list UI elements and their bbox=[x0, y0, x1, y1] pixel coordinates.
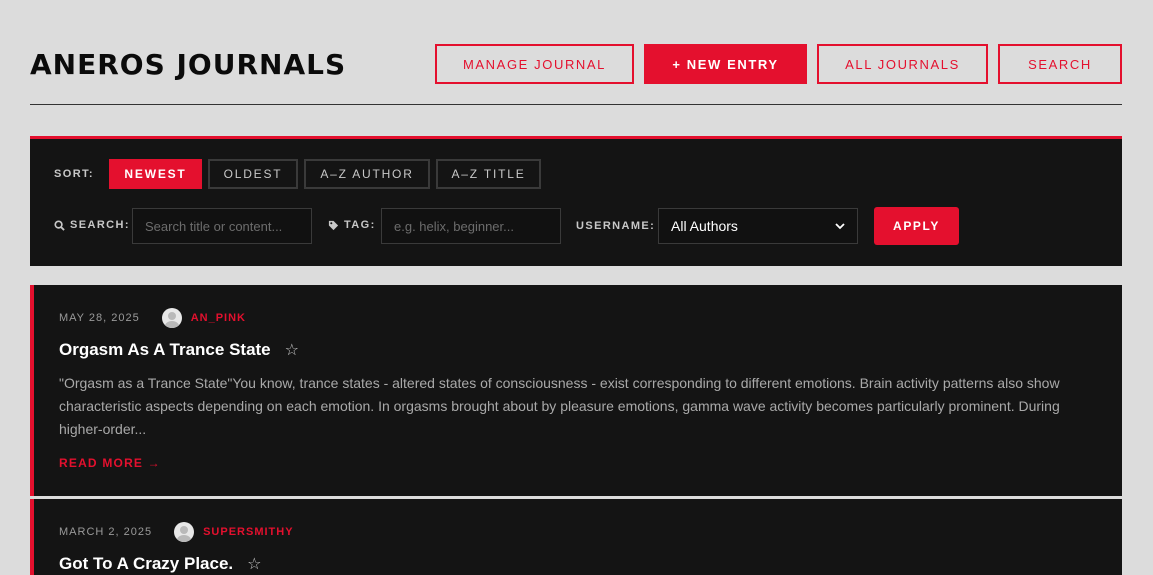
search-label-text: SEARCH: bbox=[70, 219, 130, 231]
username-select[interactable]: All Authors bbox=[658, 208, 858, 244]
avatar[interactable] bbox=[174, 522, 195, 542]
header-divider bbox=[30, 104, 1122, 105]
entry-title: Orgasm As A Trance State ☆ bbox=[59, 340, 299, 360]
entry-title-link[interactable]: Orgasm As A Trance State bbox=[59, 340, 271, 360]
entry-meta: MAY 28, 2025 AN_PINK bbox=[59, 308, 246, 328]
apply-button[interactable]: APPLY bbox=[874, 207, 959, 245]
site-title: ANEROS JOURNALS bbox=[30, 48, 347, 81]
star-icon[interactable]: ☆ bbox=[285, 340, 299, 360]
chevron-down-icon bbox=[835, 222, 845, 229]
tag-icon bbox=[328, 220, 339, 230]
username-selected-value: All Authors bbox=[671, 218, 738, 234]
page-header: ANEROS JOURNALS MANAGE JOURNAL + NEW ENT… bbox=[30, 44, 1122, 84]
entry-title: Got To A Crazy Place. ☆ bbox=[59, 554, 261, 574]
all-journals-button[interactable]: ALL JOURNALS bbox=[817, 44, 988, 84]
sort-oldest[interactable]: OLDEST bbox=[208, 159, 298, 189]
search-filter-label: SEARCH: bbox=[54, 219, 130, 231]
star-icon[interactable]: ☆ bbox=[247, 554, 261, 574]
entry-author-link[interactable]: SUPERSMITHY bbox=[203, 526, 293, 538]
entry-excerpt: "Orgasm as a Trance State"You know, tran… bbox=[59, 375, 1060, 437]
sort-az-author[interactable]: A–Z AUTHOR bbox=[304, 159, 430, 189]
entry-date: MAY 28, 2025 bbox=[59, 312, 140, 324]
read-more-link[interactable]: READ MORE → bbox=[59, 456, 161, 470]
entry-title-link[interactable]: Got To A Crazy Place. bbox=[59, 554, 233, 574]
journal-entry: MARCH 2, 2025 SUPERSMITHY Got To A Crazy… bbox=[30, 499, 1122, 575]
search-input[interactable] bbox=[132, 208, 312, 244]
search-icon bbox=[54, 219, 65, 231]
sort-label: SORT: bbox=[54, 168, 94, 180]
tag-filter-label: TAG: bbox=[328, 219, 376, 231]
journal-entry: MAY 28, 2025 AN_PINK Orgasm As A Trance … bbox=[30, 285, 1122, 496]
entry-date: MARCH 2, 2025 bbox=[59, 526, 153, 538]
entry-meta: MARCH 2, 2025 SUPERSMITHY bbox=[59, 522, 294, 542]
username-label: USERNAME: bbox=[576, 220, 656, 232]
entry-author-link[interactable]: AN_PINK bbox=[191, 312, 246, 324]
manage-journal-button[interactable]: MANAGE JOURNAL bbox=[435, 44, 634, 84]
filter-panel: SORT: NEWEST OLDEST A–Z AUTHOR A–Z TITLE… bbox=[30, 136, 1122, 266]
tag-label-text: TAG: bbox=[344, 219, 376, 231]
sort-newest[interactable]: NEWEST bbox=[109, 159, 202, 189]
search-button[interactable]: SEARCH bbox=[998, 44, 1122, 84]
sort-az-title[interactable]: A–Z TITLE bbox=[436, 159, 541, 189]
tag-input[interactable] bbox=[381, 208, 561, 244]
avatar[interactable] bbox=[161, 308, 182, 328]
new-entry-button[interactable]: + NEW ENTRY bbox=[644, 44, 807, 84]
